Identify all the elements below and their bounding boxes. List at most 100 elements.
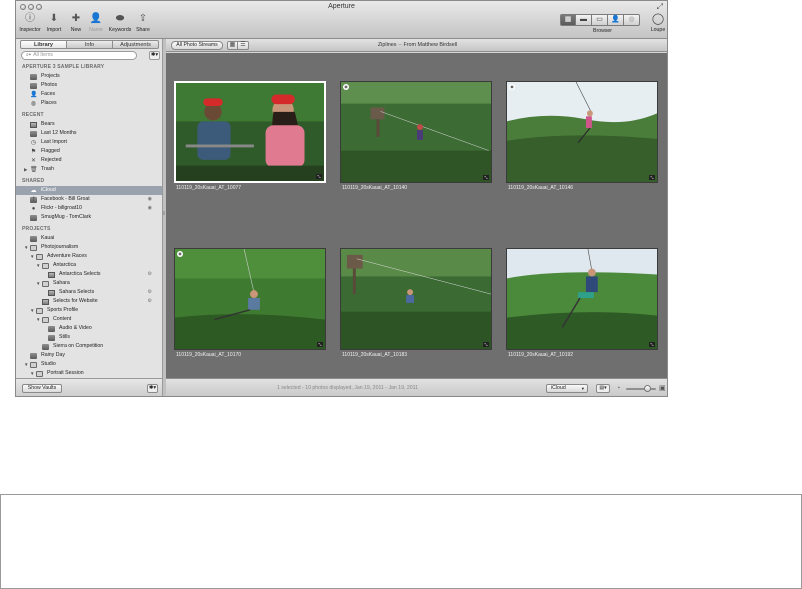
library-item[interactable]: ◍ Places — [16, 99, 162, 108]
person-icon: 👤 — [89, 13, 103, 24]
recent-item[interactable]: Bears — [16, 120, 162, 129]
browser-view-button[interactable]: ▦ — [560, 14, 576, 26]
keywords-button[interactable]: ⬬ Keywords — [108, 13, 132, 33]
flickr-icon: ● — [31, 205, 36, 212]
disclosure-triangle-icon[interactable]: ▼ — [36, 315, 40, 324]
thumbnail-size-slider[interactable] — [626, 385, 656, 392]
project-item[interactable]: ▼ Studio — [16, 360, 162, 369]
fullscreen-icon[interactable]: ⤢ — [657, 2, 663, 12]
shared-item[interactable]: f Facebook - Bill Groat ◉ — [16, 195, 162, 204]
sidebar-action-menu-button[interactable]: ✱▾ — [147, 384, 158, 393]
recent-item[interactable]: ⚑ Flagged — [16, 147, 162, 156]
adjustment-badge-icon: ⤡ — [316, 174, 322, 179]
project-item[interactable]: Audio & Video — [16, 324, 162, 333]
disclosure-triangle-icon[interactable]: ▶ — [24, 165, 27, 174]
folder-icon — [42, 262, 49, 269]
recent-item[interactable]: ◷ Last Import — [16, 138, 162, 147]
inspector-button[interactable]: ⓘ Inspector — [18, 13, 42, 33]
project-item[interactable]: ▼ Portrait Session — [16, 369, 162, 377]
library-item[interactable]: Projects — [16, 72, 162, 81]
show-vaults-button[interactable]: Show Vaults — [22, 384, 62, 393]
photo-thumbnail-cell[interactable]: ⤡ 110119_20sKauai_AT_10192 — [506, 248, 658, 366]
split-view-button[interactable]: ▬ — [576, 14, 592, 26]
places-view-button[interactable]: ◍ — [624, 14, 640, 26]
slider-knob[interactable] — [644, 385, 652, 392]
project-item[interactable]: ▼ Antarctica — [16, 261, 162, 270]
tree-item-label: Trash — [41, 166, 55, 172]
share-destination-popup[interactable]: iCloud ▾ — [546, 384, 588, 393]
project-item[interactable]: ▼ Sahara — [16, 279, 162, 288]
project-item[interactable]: Stills — [16, 333, 162, 342]
photo-thumbnail-cell[interactable]: ⤡ 110119_20sKauai_AT_10077 — [174, 81, 326, 199]
tab-library[interactable]: Library — [20, 40, 67, 49]
breadcrumb-source: From Matthew Birdsell — [403, 42, 458, 48]
tag-icon: ⬬ — [115, 13, 125, 24]
disclosure-triangle-icon[interactable]: ▼ — [24, 360, 28, 369]
photo-thumbnail-cell[interactable]: ◉ ⤡ 110119_20sKauai_AT_10146 — [506, 81, 658, 199]
library-search-row: ⌕▾ All Items ✱▾ — [21, 51, 161, 61]
project-item[interactable]: Sahara Selects ⚙ — [16, 288, 162, 297]
shared-item[interactable]: ● Flickr - billgroat10 ◉ — [16, 204, 162, 213]
project-item[interactable]: Kauai — [16, 234, 162, 243]
photo-thumbnail-image[interactable]: ◉ ⤡ — [340, 81, 492, 183]
disclosure-triangle-icon[interactable]: ▼ — [30, 252, 34, 261]
photo-thumbnail-image[interactable]: ⤡ — [174, 81, 326, 183]
share-button[interactable]: ⇪ Share — [131, 13, 155, 33]
library-item[interactable]: Photos — [16, 81, 162, 90]
tab-adjustments[interactable]: Adjustments — [113, 40, 159, 49]
search-icon: ⌕▾ — [26, 52, 32, 58]
photo-thumbnail-image[interactable]: ⤡ — [506, 248, 658, 350]
info-icon: ⓘ — [25, 13, 35, 24]
loupe-button[interactable]: ◯ Loupe — [649, 13, 667, 33]
disclosure-triangle-icon[interactable]: ▼ — [30, 306, 34, 315]
photo-thumbnail-cell[interactable]: ◉ ⤡ 110119_20sKauai_AT_10170 — [174, 248, 326, 366]
project-icon — [48, 325, 55, 332]
library-item[interactable]: 👤 Faces — [16, 90, 162, 99]
name-button[interactable]: 👤 Name — [84, 13, 108, 33]
tree-item-label: Sahara — [53, 280, 70, 286]
import-button[interactable]: ⬇ Import — [42, 13, 66, 33]
photo-stream-badge-icon: ◉ — [509, 84, 515, 90]
recent-item[interactable]: ✕ Rejected — [16, 156, 162, 165]
disclosure-triangle-icon[interactable]: ▼ — [30, 369, 34, 377]
breadcrumb-album[interactable]: Ziplines — [378, 42, 397, 48]
project-item[interactable]: Sierra on Competition — [16, 342, 162, 351]
shared-item[interactable]: ☁ iCloud — [16, 186, 162, 195]
tree-item-label: Studio — [41, 361, 56, 367]
disclosure-triangle-icon[interactable]: ▼ — [36, 279, 40, 288]
folder-icon — [36, 307, 43, 314]
library-section-header: APERTURE 3 SAMPLE LIBRARY — [22, 64, 105, 70]
faces-view-button[interactable]: 👤 — [608, 14, 624, 26]
photos-icon — [30, 82, 37, 89]
recent-item[interactable]: Last 12 Months — [16, 129, 162, 138]
tree-item-label: Projects — [41, 73, 60, 79]
tree-item-label: Sierra on Competition — [53, 343, 104, 349]
library-tree: APERTURE 3 SAMPLE LIBRARY Projects Photos 👤… — [16, 64, 162, 377]
photo-filename: 110119_20sKauai_AT_10146 — [508, 185, 574, 191]
sort-menu-button[interactable]: ▤▾ — [596, 384, 610, 393]
photo-thumbnail-image[interactable]: ◉ ⤡ — [506, 81, 658, 183]
project-item[interactable]: ▼ Photojournalism — [16, 243, 162, 252]
project-item[interactable]: Selects for Website ⚙ — [16, 297, 162, 306]
viewer-view-button[interactable]: ▭ — [592, 14, 608, 26]
project-item[interactable]: ▼ Content — [16, 315, 162, 324]
splitter-grip-icon[interactable]: ‖ — [163, 211, 165, 217]
browser-status-bar: 1 selected - 10 photos displayed, Jan 19… — [166, 378, 667, 396]
library-action-menu-button[interactable]: ✱▾ — [149, 51, 160, 60]
recent-item[interactable]: ▶ 🗑 Trash — [16, 165, 162, 174]
window-title: Aperture — [328, 3, 355, 10]
project-item[interactable]: Rainy Day — [16, 351, 162, 360]
adjustment-badge-icon: ⤡ — [649, 342, 655, 347]
project-item[interactable]: ▼ Adventure Races — [16, 252, 162, 261]
project-item[interactable]: ▼ Sports Profile — [16, 306, 162, 315]
photo-thumbnail-image[interactable]: ◉ ⤡ — [174, 248, 326, 350]
disclosure-triangle-icon[interactable]: ▼ — [24, 243, 28, 252]
library-search-input[interactable]: ⌕▾ All Items — [21, 51, 137, 60]
photo-thumbnail-cell[interactable]: ◉ ⤡ 110119_20sKauai_AT_10140 — [340, 81, 492, 199]
project-item[interactable]: Antarctica Selects ⚙ — [16, 270, 162, 279]
shared-item[interactable]: SmugMug - TomClark — [16, 213, 162, 222]
tab-info[interactable]: Info — [67, 40, 113, 49]
photo-thumbnail-image[interactable]: ⤡ — [340, 248, 492, 350]
disclosure-triangle-icon[interactable]: ▼ — [36, 261, 40, 270]
photo-thumbnail-cell[interactable]: ⤡ 110119_20sKauai_AT_10183 — [340, 248, 492, 366]
